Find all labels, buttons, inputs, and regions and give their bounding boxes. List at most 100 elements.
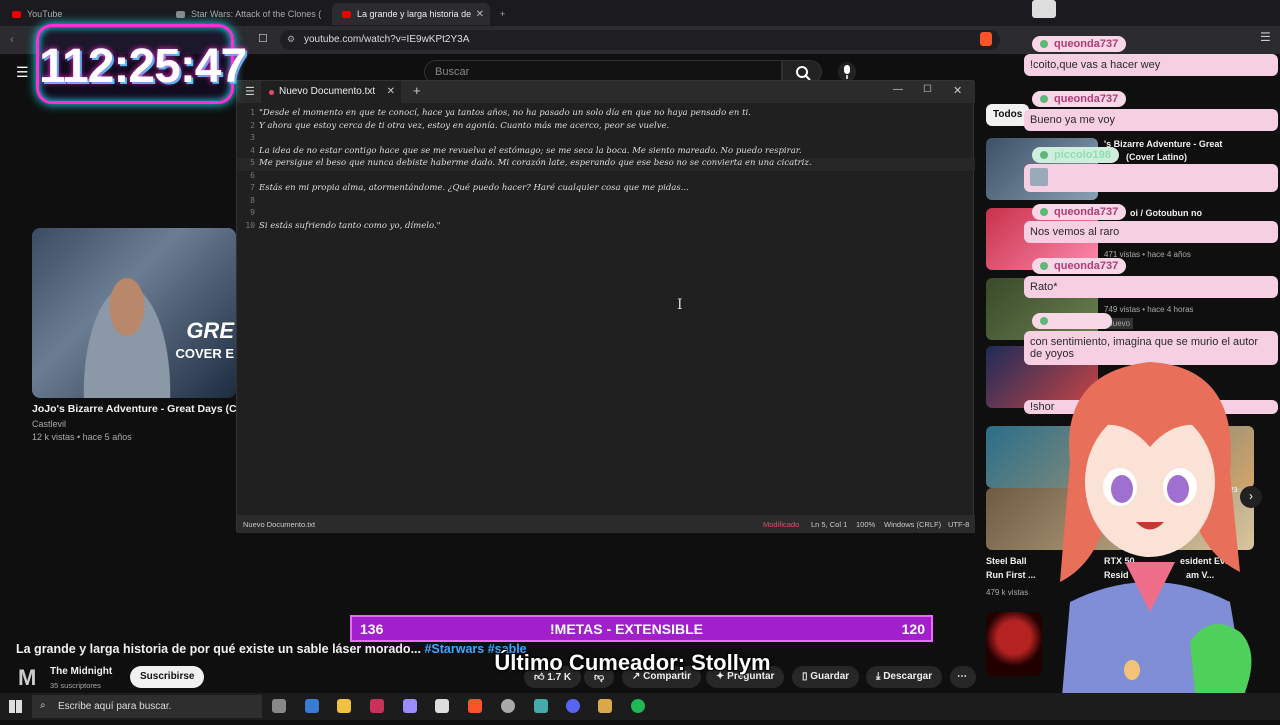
minimize-icon[interactable]: — — [893, 84, 903, 95]
maximize-icon[interactable]: ☐ — [923, 84, 932, 95]
bookmark-icon[interactable]: ☐ — [258, 32, 268, 45]
video-channel[interactable]: Castlevil — [32, 419, 66, 429]
channel-name[interactable]: The Midnight — [50, 666, 112, 677]
more-actions-icon[interactable]: ⋯ — [950, 666, 976, 688]
recommended-title[interactable]: oi / Gotoubun no — [1130, 208, 1202, 218]
close-tab-icon[interactable]: ✕ — [476, 9, 484, 20]
video-meta: 12 k vistas • hace 5 años — [32, 432, 132, 442]
menu-icon[interactable]: ☰ — [1260, 30, 1271, 44]
taskbar-search-input[interactable]: ⌕ Escribe aquí para buscar. — [32, 695, 262, 718]
app-icon[interactable] — [403, 699, 417, 713]
video-thumbnail[interactable]: GRE COVER E — [32, 228, 236, 398]
hamburger-icon[interactable]: ☰ — [16, 64, 29, 81]
browser-tab-active[interactable]: La grande y larga historia de por ✕ — [332, 3, 490, 25]
editor-line-current: 5 Me persigue el beso que nunca debiste h… — [237, 158, 975, 171]
new-tab-icon[interactable]: + — [413, 83, 421, 98]
editor-line: 9 — [237, 208, 975, 221]
voice-search-button[interactable] — [838, 62, 856, 82]
search-icon: ⌕ — [40, 700, 46, 711]
editor-line: 7 Estás en mi propia alma, atormentándome… — [237, 183, 975, 196]
text-editor[interactable]: 1 "Desde el momento en que te conocí, hac… — [237, 105, 975, 515]
brave-shield-icon[interactable] — [980, 32, 992, 46]
channel-avatar[interactable]: M — [18, 665, 36, 691]
app-icon[interactable] — [305, 699, 319, 713]
chat-message: !coito,que vas a hacer wey — [1024, 54, 1278, 76]
line-number: 5 — [250, 158, 255, 167]
discord-icon[interactable] — [566, 699, 580, 713]
tab-label: Star Wars: Attack of the Clones (Episo — [191, 9, 321, 19]
subscribe-button[interactable]: Suscribirse — [130, 666, 205, 688]
goals-bar: 136 !METAS - EXTENSIBLE 120 — [350, 615, 933, 642]
line-text: La idea de no estar contigo hace que se … — [259, 145, 802, 156]
short-title[interactable]: Steel Ball — [986, 556, 1027, 566]
editor-line: 6 — [237, 171, 975, 184]
short-title[interactable]: Run First ... — [986, 570, 1036, 580]
chat-username: queonda737 — [1032, 91, 1127, 107]
vtuber-avatar — [1040, 352, 1280, 720]
status-zoom[interactable]: 100% — [856, 520, 875, 529]
video-title[interactable]: JoJo's Bizarre Adventure - Great Days (C… — [32, 403, 238, 415]
status-encoding[interactable]: UTF-8 — [948, 520, 969, 529]
app-icon[interactable] — [598, 699, 612, 713]
chat-message: Nos vemos al raro — [1024, 221, 1278, 243]
notepad-tab-title: Nuevo Documento.txt — [279, 86, 376, 97]
editor-line: 2 Y ahora que estoy cerca de ti otra vez,… — [237, 121, 975, 134]
unsaved-dot-icon — [269, 90, 274, 95]
line-text: Si estás sufriendo tanto como yo, dímelo… — [259, 220, 441, 231]
browser-tab-youtube[interactable]: YouTube — [2, 3, 162, 25]
notepad-titlebar: ☰ Nuevo Documento.txt ✕ + — ☐ ✕ — [237, 81, 975, 103]
spotify-icon[interactable] — [631, 699, 645, 713]
youtube-icon — [12, 10, 21, 18]
line-number: 9 — [250, 208, 255, 217]
browser-tab-starwars[interactable]: Star Wars: Attack of the Clones (Episo — [166, 3, 328, 25]
line-text: Me persigue el beso que nunca debiste ha… — [259, 158, 812, 168]
filter-chip-all[interactable]: Todos — [986, 104, 1030, 126]
brave-icon[interactable] — [468, 699, 482, 713]
recommended-title[interactable]: (Cover Latino) — [1126, 152, 1187, 162]
site-info-icon[interactable]: ⚙ — [287, 34, 295, 45]
status-position[interactable]: Ln 5, Col 1 — [811, 520, 847, 529]
chat-username: queonda737 — [1032, 204, 1127, 220]
vtuber-avatar-art — [1060, 362, 1252, 720]
stream-timer: 112:25:47 — [36, 24, 247, 104]
url-field[interactable]: ⚙ youtube.com/watch?v=IE9wKPt2Y3A — [280, 30, 1000, 50]
recommended-title[interactable]: 's Bizarre Adventure - Great — [1104, 139, 1222, 149]
file-explorer-icon[interactable] — [337, 699, 351, 713]
recommended-meta: 749 vistas • hace 4 horas — [1104, 305, 1194, 314]
notepad-status-bar: Nuevo Documento.txt Modificado Ln 5, Col… — [237, 515, 975, 533]
store-icon[interactable] — [435, 699, 449, 713]
goals-current: 136 — [360, 621, 384, 637]
windows-start-icon[interactable] — [9, 700, 22, 713]
line-number: 6 — [250, 170, 255, 180]
line-number: 3 — [250, 133, 255, 142]
thumbnail-person — [72, 258, 182, 398]
chat-message: Rato* — [1024, 276, 1278, 298]
line-number: 2 — [250, 120, 255, 130]
tab-label: La grande y larga historia de por — [357, 9, 472, 19]
editor-line: 1 "Desde el momento en que te conocí, hac… — [237, 108, 975, 121]
app-icon[interactable] — [534, 699, 548, 713]
short-meta: 479 k vistas — [986, 588, 1029, 597]
task-view-icon[interactable] — [272, 699, 286, 713]
thumbnail-text: GRE — [186, 318, 234, 343]
editor-line: 10 Si estás sufriendo tanto como yo, díme… — [237, 221, 975, 234]
status-line-ending[interactable]: Windows (CRLF) — [884, 520, 941, 529]
back-icon[interactable]: ‹ — [10, 32, 14, 46]
stream-timer-text: 112:25:47 — [39, 40, 247, 93]
notepad-taskbar-icon[interactable] — [370, 699, 384, 713]
chat-username: queonda737 — [1032, 258, 1127, 274]
hamburger-icon[interactable]: ☰ — [245, 85, 255, 98]
chat-message: Bueno ya me voy — [1024, 109, 1278, 131]
close-tab-icon[interactable]: ✕ — [387, 86, 395, 97]
line-number: 1 — [250, 108, 255, 117]
page-icon — [176, 10, 185, 18]
recommended-thumbnail[interactable] — [986, 612, 1042, 676]
notepad-tab[interactable]: Nuevo Documento.txt ✕ — [261, 81, 401, 103]
obs-icon[interactable] — [501, 699, 515, 713]
subscriber-count: 35 suscriptores — [50, 681, 101, 690]
chat-username: queonda737 — [1032, 36, 1127, 52]
text-cursor-icon: I — [677, 297, 683, 313]
url-text: youtube.com/watch?v=IE9wKPt2Y3A — [304, 34, 470, 45]
close-window-icon[interactable]: ✕ — [953, 84, 962, 97]
new-tab-button[interactable]: + — [496, 3, 516, 25]
